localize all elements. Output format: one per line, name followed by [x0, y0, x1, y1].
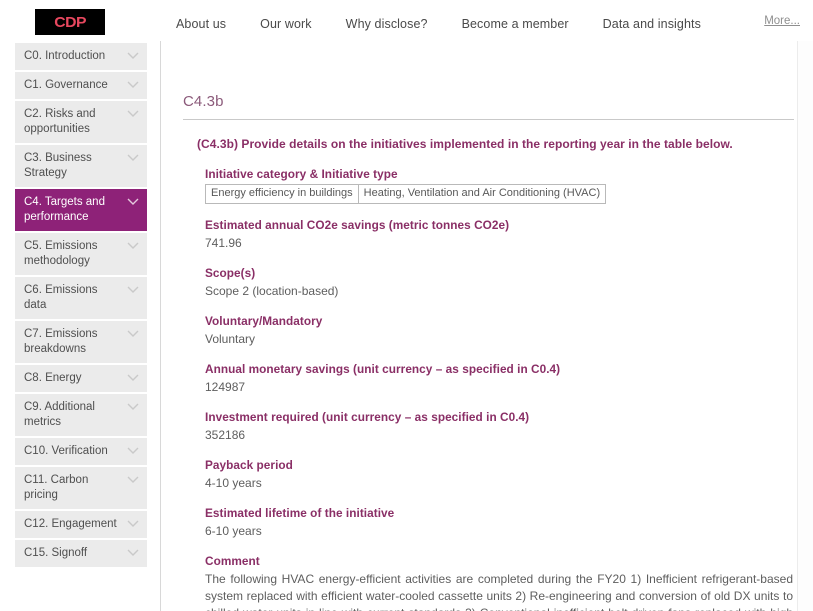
sidebar-item-c8-energy[interactable]: C8. Energy: [15, 365, 147, 392]
chevron-down-icon: [127, 286, 139, 293]
sidebar-item-label: C7. Emissions breakdowns: [24, 328, 98, 355]
field-comment: Comment The following HVAC energy-effici…: [205, 554, 795, 611]
main-navigation: About us Our work Why disclose? Become a…: [176, 17, 718, 31]
chevron-down-icon: [127, 403, 139, 410]
field-label: Comment: [205, 554, 260, 568]
nav-item-about-us[interactable]: About us: [176, 17, 243, 31]
chevron-down-icon: [127, 154, 139, 161]
site-header: CDP About us Our work Why disclose? Beco…: [0, 0, 813, 41]
table-cell-initiative-type: Heating, Ventilation and Air Conditionin…: [357, 184, 607, 204]
field-estimated-annual-co2e-savings: Estimated annual CO2e savings (metric to…: [205, 218, 795, 252]
field-value: Voluntary: [205, 332, 256, 346]
sidebar-item-label: C1. Governance: [24, 79, 108, 91]
chevron-down-icon: [127, 330, 139, 337]
chevron-down-icon: [127, 476, 139, 483]
field-value: 6-10 years: [205, 524, 262, 538]
sidebar-item-c12-engagement[interactable]: C12. Engagement: [15, 511, 147, 538]
sidebar-item-label: C12. Engagement: [24, 518, 117, 530]
field-value: 741.96: [205, 236, 242, 250]
nav-item-why-disclose[interactable]: Why disclose?: [329, 17, 445, 31]
field-investment-required: Investment required (unit currency – as …: [205, 410, 795, 444]
field-payback-period: Payback period 4-10 years: [205, 458, 795, 492]
field-value: The following HVAC energy-efficient acti…: [205, 572, 793, 611]
sidebar-item-c1-governance[interactable]: C1. Governance: [15, 72, 147, 99]
table-cell-initiative-category: Energy efficiency in buildings: [205, 184, 359, 204]
page-title: C4.3b: [183, 93, 224, 110]
sidebar-item-label: C3. Business Strategy: [24, 152, 92, 179]
right-edge-strip: [797, 41, 813, 611]
field-label: Annual monetary savings (unit currency –…: [205, 362, 561, 376]
field-label: Payback period: [205, 458, 293, 472]
sidebar-item-c3-business-strategy[interactable]: C3. Business Strategy: [15, 145, 147, 187]
sidebar-item-label: C6. Emissions data: [24, 284, 98, 311]
sidebar-item-c5-emissions-methodology[interactable]: C5. Emissions methodology: [15, 233, 147, 275]
sidebar-item-c15-signoff[interactable]: C15. Signoff: [15, 540, 147, 567]
sidebar-item-label: C0. Introduction: [24, 50, 106, 62]
table-row: Energy efficiency in buildings Heating, …: [205, 184, 607, 204]
main-content: C4.3b (C4.3b) Provide details on the ini…: [161, 41, 813, 611]
chevron-down-icon: [127, 81, 139, 88]
field-value: Scope 2 (location-based): [205, 284, 339, 298]
chevron-down-icon: [127, 198, 139, 205]
field-voluntary-mandatory: Voluntary/Mandatory Voluntary: [205, 314, 795, 348]
sidebar-navigation: C0. Introduction C1. Governance C2. Risk…: [0, 41, 161, 611]
field-annual-monetary-savings: Annual monetary savings (unit currency –…: [205, 362, 795, 396]
chevron-down-icon: [127, 520, 139, 527]
sidebar-item-label: C2. Risks and opportunities: [24, 108, 96, 135]
more-link[interactable]: More...: [764, 15, 800, 27]
sidebar-item-label: C15. Signoff: [24, 547, 88, 559]
field-label: Estimated annual CO2e savings (metric to…: [205, 218, 510, 232]
field-value: 124987: [205, 380, 246, 394]
field-value: 352186: [205, 428, 246, 442]
sidebar-item-label: C10. Verification: [24, 445, 108, 457]
field-estimated-lifetime: Estimated lifetime of the initiative 6-1…: [205, 506, 795, 540]
sidebar-item-label: C8. Energy: [24, 372, 82, 384]
sidebar-item-c6-emissions-data[interactable]: C6. Emissions data: [15, 277, 147, 319]
title-divider: [183, 119, 794, 120]
chevron-down-icon: [127, 447, 139, 454]
sidebar-item-c9-additional-metrics[interactable]: C9. Additional metrics: [15, 394, 147, 436]
page-root: CDP About us Our work Why disclose? Beco…: [0, 0, 813, 611]
sidebar-item-c0-introduction[interactable]: C0. Introduction: [15, 43, 147, 70]
chevron-down-icon: [127, 549, 139, 556]
sidebar-item-c7-emissions-breakdowns[interactable]: C7. Emissions breakdowns: [15, 321, 147, 363]
chevron-down-icon: [127, 52, 139, 59]
sidebar-item-label: C11. Carbon pricing: [24, 474, 89, 501]
initiative-category-table: Energy efficiency in buildings Heating, …: [205, 184, 607, 204]
field-label: Scope(s): [205, 266, 256, 280]
sidebar-item-c10-verification[interactable]: C10. Verification: [15, 438, 147, 465]
logo-text: CDP: [54, 13, 86, 31]
field-scopes: Scope(s) Scope 2 (location-based): [205, 266, 795, 300]
field-initiative-category: Initiative category & Initiative type En…: [205, 167, 795, 204]
chevron-down-icon: [127, 374, 139, 381]
nav-item-become-a-member[interactable]: Become a member: [445, 17, 586, 31]
question-text: (C4.3b) Provide details on the initiativ…: [197, 137, 733, 151]
chevron-down-icon: [127, 242, 139, 249]
nav-item-data-and-insights[interactable]: Data and insights: [586, 17, 718, 31]
initiative-details: Initiative category & Initiative type En…: [205, 167, 795, 611]
sidebar-item-label: C4. Targets and performance: [24, 196, 105, 223]
sidebar-item-c4-targets-and-performance[interactable]: C4. Targets and performance: [15, 189, 147, 231]
cdp-logo[interactable]: CDP: [35, 9, 105, 35]
field-label: Estimated lifetime of the initiative: [205, 506, 395, 520]
sidebar-item-c11-carbon-pricing[interactable]: C11. Carbon pricing: [15, 467, 147, 509]
chevron-down-icon: [127, 110, 139, 117]
field-label: Initiative category & Initiative type: [205, 167, 398, 181]
field-label: Voluntary/Mandatory: [205, 314, 323, 328]
nav-item-our-work[interactable]: Our work: [243, 17, 329, 31]
sidebar-item-label: C5. Emissions methodology: [24, 240, 98, 267]
field-value: 4-10 years: [205, 476, 262, 490]
sidebar-item-c2-risks-and-opportunities[interactable]: C2. Risks and opportunities: [15, 101, 147, 143]
sidebar-item-label: C9. Additional metrics: [24, 401, 95, 428]
field-label: Investment required (unit currency – as …: [205, 410, 530, 424]
